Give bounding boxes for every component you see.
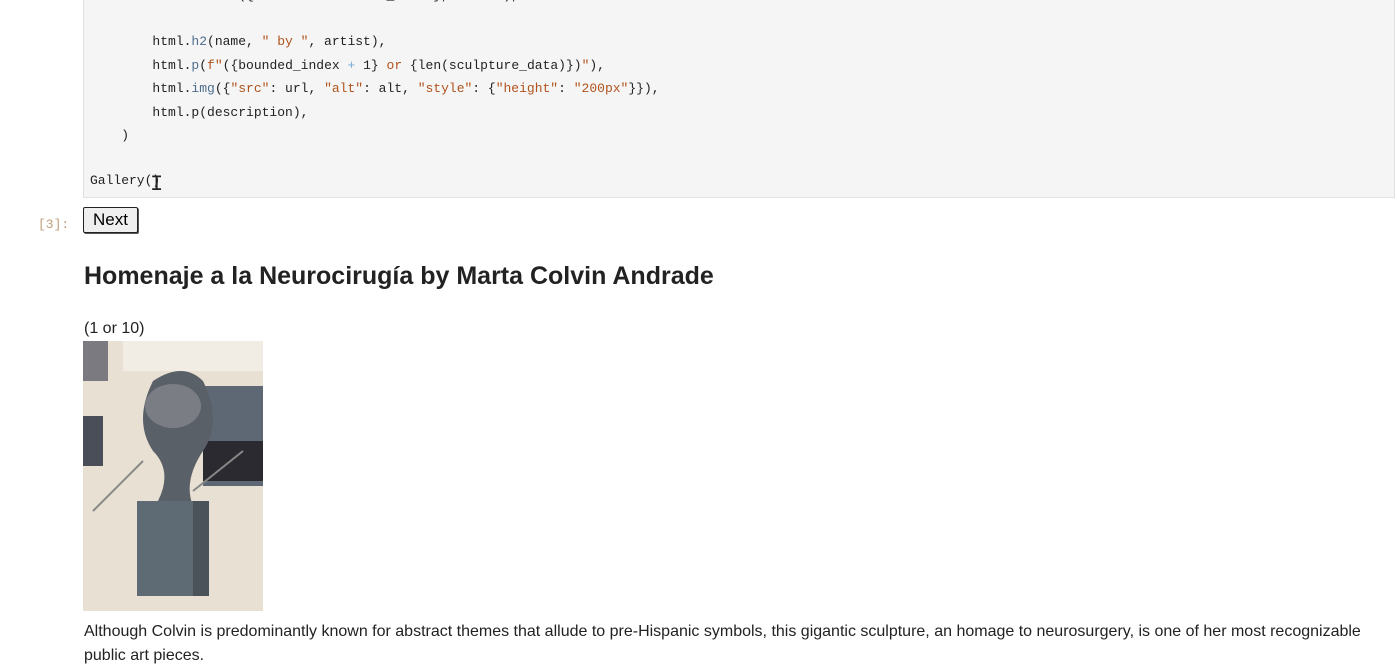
code-line: html.p(description), [90,105,309,120]
text-cursor-icon: I [150,172,164,197]
execution-count: [3]: [38,217,70,232]
code-line: html.img({"src": url, "alt": alt, "style… [90,81,660,96]
code-line: ) [90,128,130,143]
sculpture-title: Homenaje a la Neurocirugía by Marta Colv… [84,262,714,290]
code-line: html.h2(name, " by ", artist), [90,34,387,49]
sculpture-image [83,341,263,611]
code-line: html.button({"onClick": handle_click}, "… [90,0,519,6]
sculpture-description: Although Colvin is predominantly known f… [84,623,1361,664]
sculpture-counter: (1 or 10) [84,320,145,337]
code-line: html.p(f"({bounded_index + 1} or {len(sc… [90,58,605,73]
next-button[interactable]: Next [83,207,138,233]
code-cell-editor[interactable]: html.button({"onClick": handle_click}, "… [83,0,1395,198]
